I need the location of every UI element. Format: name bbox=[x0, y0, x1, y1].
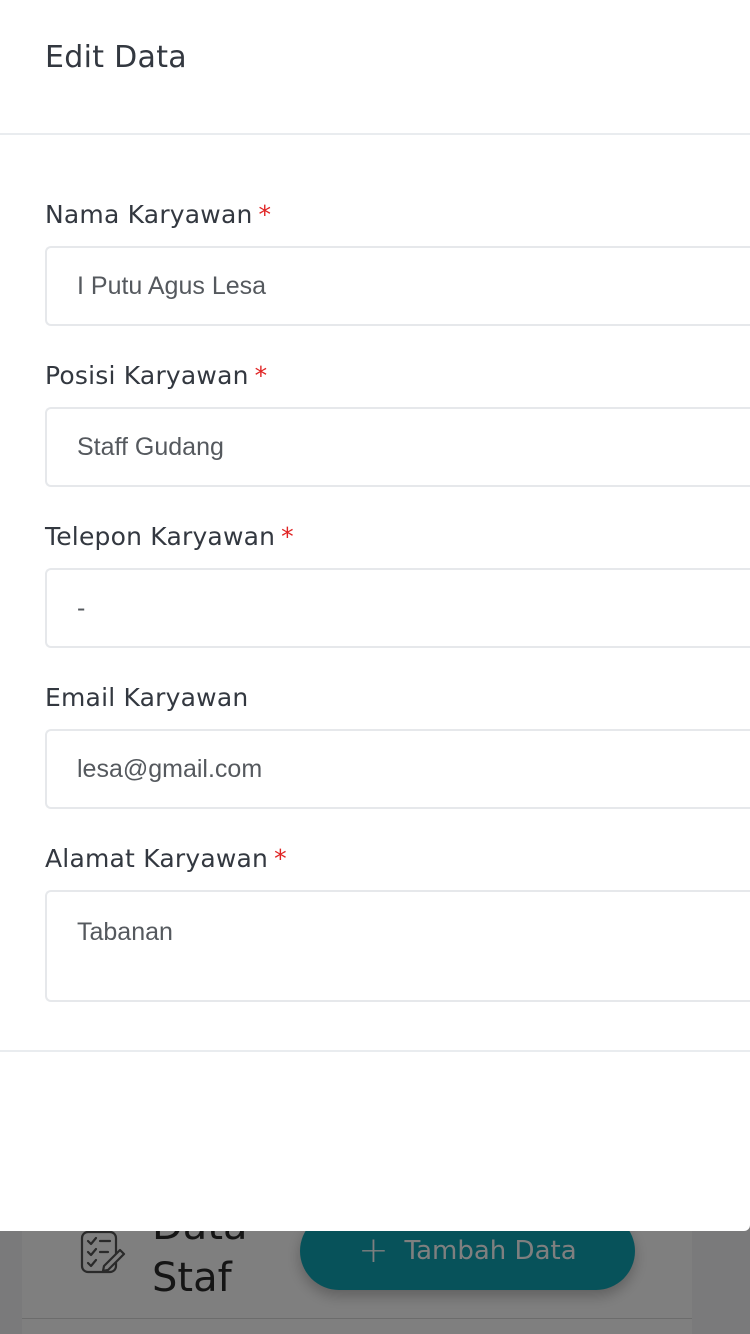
modal-header: Edit Data bbox=[0, 0, 750, 135]
field-telepon-karyawan: Telepon Karyawan * - bbox=[45, 520, 750, 648]
field-label: Posisi Karyawan * bbox=[45, 359, 750, 393]
field-label-text: Telepon Karyawan bbox=[45, 522, 276, 551]
field-label: Alamat Karyawan * bbox=[45, 842, 750, 876]
edit-data-modal: Edit Data Nama Karyawan * I Putu Agus Les… bbox=[0, 0, 750, 1231]
field-alamat-karyawan: Alamat Karyawan * Tabanan bbox=[45, 842, 750, 1002]
required-marker: * bbox=[274, 844, 287, 873]
modal-title: Edit Data bbox=[45, 40, 187, 75]
field-email-karyawan: Email Karyawan lesa@gmail.com bbox=[45, 681, 750, 809]
field-nama-karyawan: Nama Karyawan * I Putu Agus Lesa bbox=[45, 198, 750, 326]
field-label-text: Alamat Karyawan bbox=[45, 844, 269, 873]
field-posisi-karyawan: Posisi Karyawan * Staff Gudang bbox=[45, 359, 750, 487]
alamat-karyawan-textarea[interactable]: Tabanan bbox=[45, 890, 750, 1002]
field-label: Email Karyawan bbox=[45, 681, 750, 715]
telepon-karyawan-input[interactable]: - bbox=[45, 568, 750, 648]
field-label: Nama Karyawan * bbox=[45, 198, 750, 232]
required-marker: * bbox=[254, 361, 268, 390]
field-label: Telepon Karyawan * bbox=[45, 520, 750, 554]
email-karyawan-input[interactable]: lesa@gmail.com bbox=[45, 729, 750, 809]
nama-karyawan-input[interactable]: I Putu Agus Lesa bbox=[45, 246, 750, 326]
required-marker: * bbox=[281, 522, 294, 551]
field-label-text: Posisi Karyawan bbox=[45, 361, 249, 390]
modal-body: Nama Karyawan * I Putu Agus Lesa Posisi K… bbox=[0, 135, 750, 1052]
required-marker: * bbox=[258, 200, 272, 229]
field-label-text: Email Karyawan bbox=[45, 683, 249, 712]
posisi-karyawan-input[interactable]: Staff Gudang bbox=[45, 407, 750, 487]
field-label-text: Nama Karyawan bbox=[45, 200, 253, 229]
